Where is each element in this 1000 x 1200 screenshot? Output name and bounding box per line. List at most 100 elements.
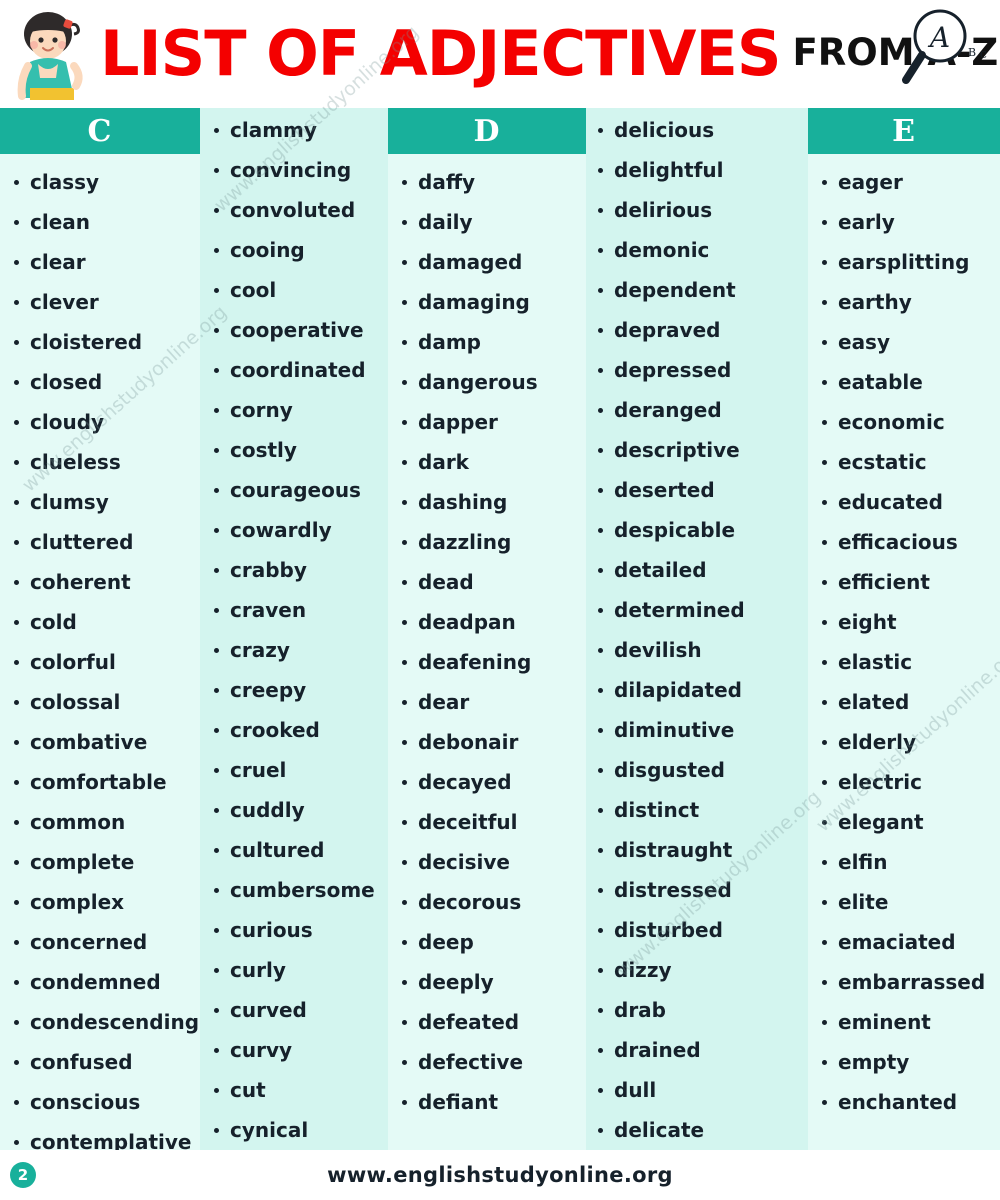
list-item: efficient bbox=[808, 562, 1000, 602]
list-item: elite bbox=[808, 882, 1000, 922]
list-item: elegant bbox=[808, 802, 1000, 842]
list-item: coherent bbox=[0, 562, 200, 602]
list-item: dear bbox=[388, 682, 586, 722]
list-item: empty bbox=[808, 1042, 1000, 1082]
list-item: disgusted bbox=[586, 750, 808, 790]
list-item: diminutive bbox=[586, 710, 808, 750]
list-item: emaciated bbox=[808, 922, 1000, 962]
list-item: crooked bbox=[200, 710, 388, 750]
column-c-part1: C classy clean clear clever cloistered closed… bbox=[0, 108, 200, 1150]
list-item: damaging bbox=[388, 282, 586, 322]
list-item: colossal bbox=[0, 682, 200, 722]
list-item: costly bbox=[200, 430, 388, 470]
list-item: dull bbox=[586, 1070, 808, 1110]
list-item: drab bbox=[586, 990, 808, 1030]
list-item: efficacious bbox=[808, 522, 1000, 562]
list-item: cluttered bbox=[0, 522, 200, 562]
list-item: dashing bbox=[388, 482, 586, 522]
list-item: cold bbox=[0, 602, 200, 642]
column-c-part2: clammy convincing convoluted cooing cool coop… bbox=[200, 108, 388, 1150]
list-item: courageous bbox=[200, 470, 388, 510]
list-item: creepy bbox=[200, 670, 388, 710]
list-item: easy bbox=[808, 322, 1000, 362]
list-item: decayed bbox=[388, 762, 586, 802]
column-e: E eager early earsplitting earthy easy eatabl… bbox=[808, 108, 1000, 1150]
list-item: deserted bbox=[586, 470, 808, 510]
word-list-e: eager early earsplitting earthy easy eatable e… bbox=[808, 154, 1000, 1122]
list-item: condescending bbox=[0, 1002, 200, 1042]
svg-text:B: B bbox=[968, 46, 976, 59]
list-item: common bbox=[0, 802, 200, 842]
list-item: defiant bbox=[388, 1082, 586, 1122]
list-item: condemned bbox=[0, 962, 200, 1002]
list-item: curved bbox=[200, 990, 388, 1030]
list-item: eight bbox=[808, 602, 1000, 642]
list-item: demonic bbox=[586, 230, 808, 270]
list-item: dilapidated bbox=[586, 670, 808, 710]
list-item: enchanted bbox=[808, 1082, 1000, 1122]
list-item: cumbersome bbox=[200, 870, 388, 910]
list-item: confused bbox=[0, 1042, 200, 1082]
list-item: cool bbox=[200, 270, 388, 310]
list-item: deceitful bbox=[388, 802, 586, 842]
list-item: deadpan bbox=[388, 602, 586, 642]
list-item: cruel bbox=[200, 750, 388, 790]
list-item: damaged bbox=[388, 242, 586, 282]
letter-band-c: C bbox=[0, 108, 200, 154]
list-item: crabby bbox=[200, 550, 388, 590]
letter-band-e: E bbox=[808, 108, 1000, 154]
list-item: cuddly bbox=[200, 790, 388, 830]
list-item: cultured bbox=[200, 830, 388, 870]
list-item: clean bbox=[0, 202, 200, 242]
page-title: LIST OF ADJECTIVES FROM A-Z bbox=[100, 10, 998, 98]
poster-footer: 2 www.englishstudyonline.org bbox=[0, 1150, 1000, 1200]
list-item: defeated bbox=[388, 1002, 586, 1042]
word-list-c1: classy clean clear clever cloistered closed cl… bbox=[0, 154, 200, 1150]
word-list-d1: daffy daily damaged damaging damp dangerous da… bbox=[388, 154, 586, 1122]
list-item: distressed bbox=[586, 870, 808, 910]
girl-thinking-icon bbox=[17, 12, 83, 100]
list-item: disturbed bbox=[586, 910, 808, 950]
list-item: deafening bbox=[388, 642, 586, 682]
list-item: ecstatic bbox=[808, 442, 1000, 482]
list-item: economic bbox=[808, 402, 1000, 442]
poster-page: LIST OF ADJECTIVES FROM A-Z A B C C clas… bbox=[0, 0, 1000, 1200]
column-d-part1: D daffy daily damaged damaging damp dangerous… bbox=[388, 108, 586, 1150]
list-item: electric bbox=[808, 762, 1000, 802]
magnifier-letter-a-icon: A B C bbox=[902, 9, 987, 84]
list-item: decorous bbox=[388, 882, 586, 922]
list-item: elderly bbox=[808, 722, 1000, 762]
poster-header: LIST OF ADJECTIVES FROM A-Z A B C bbox=[0, 0, 1000, 108]
list-item: corny bbox=[200, 390, 388, 430]
letter-label: D bbox=[473, 113, 501, 149]
list-item: earsplitting bbox=[808, 242, 1000, 282]
list-item: curious bbox=[200, 910, 388, 950]
title-main: LIST OF ADJECTIVES bbox=[100, 17, 781, 90]
list-item: eager bbox=[808, 162, 1000, 202]
list-item: conscious bbox=[0, 1082, 200, 1122]
list-item: dependent bbox=[586, 270, 808, 310]
word-list-d2: delicious delightful delirious demonic depen… bbox=[586, 108, 808, 1150]
list-item: cooperative bbox=[200, 310, 388, 350]
footer-url: www.englishstudyonline.org bbox=[327, 1163, 673, 1187]
list-item: complete bbox=[0, 842, 200, 882]
list-item: concerned bbox=[0, 922, 200, 962]
list-item: eatable bbox=[808, 362, 1000, 402]
list-item: despicable bbox=[586, 510, 808, 550]
column-d-part2: delicious delightful delirious demonic depen… bbox=[586, 108, 808, 1150]
list-item: combative bbox=[0, 722, 200, 762]
header-inner: LIST OF ADJECTIVES FROM A-Z A B C bbox=[0, 0, 1000, 108]
list-item: cooing bbox=[200, 230, 388, 270]
word-list-c2: clammy convincing convoluted cooing cool coop… bbox=[200, 108, 388, 1150]
list-item: cynical bbox=[200, 1110, 388, 1150]
list-item: depressed bbox=[586, 350, 808, 390]
list-item: deeply bbox=[388, 962, 586, 1002]
list-item: craven bbox=[200, 590, 388, 630]
list-item: convincing bbox=[200, 150, 388, 190]
list-item: cowardly bbox=[200, 510, 388, 550]
letter-band-d: D bbox=[388, 108, 586, 154]
list-item: elated bbox=[808, 682, 1000, 722]
list-item: complex bbox=[0, 882, 200, 922]
list-item: decisive bbox=[388, 842, 586, 882]
list-item: elfin bbox=[808, 842, 1000, 882]
